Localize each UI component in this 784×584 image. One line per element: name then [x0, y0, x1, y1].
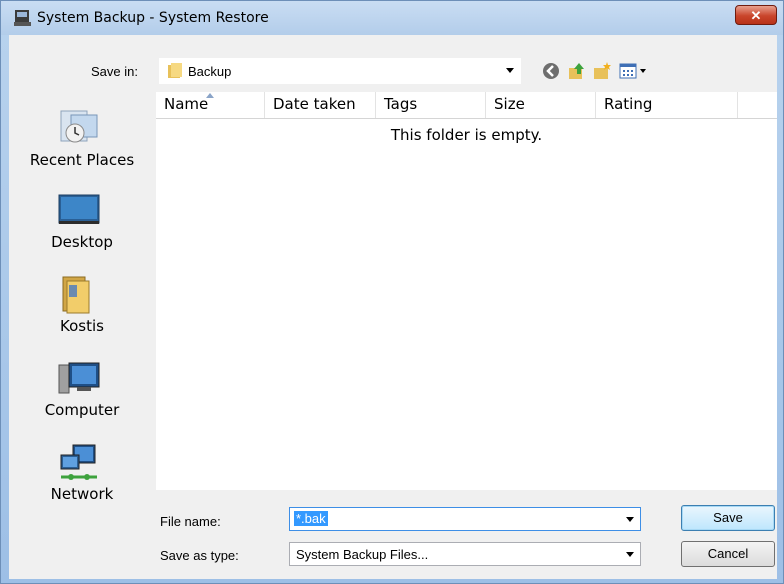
chevron-down-icon[interactable]	[506, 68, 514, 73]
save-as-type-label: Save as type:	[160, 548, 239, 563]
place-label: Desktop	[51, 233, 113, 251]
save-as-type-dropdown[interactable]: System Backup Files...	[289, 542, 641, 566]
desktop-icon	[58, 194, 100, 224]
file-name-label: File name:	[160, 514, 221, 529]
dialog-client-area: Save in: Backup Recent Places Desktop Ko…	[9, 35, 777, 579]
place-label: Recent Places	[29, 151, 135, 169]
back-icon[interactable]	[541, 61, 561, 81]
network-icon	[60, 444, 97, 480]
recent-places-icon	[60, 110, 98, 143]
save-in-value: Backup	[188, 64, 232, 79]
cancel-button[interactable]: Cancel	[681, 541, 775, 567]
place-label: Kostis	[60, 317, 104, 335]
column-header-label: Date taken	[273, 95, 356, 113]
folder-icon	[168, 63, 182, 78]
column-header-label: Rating	[604, 95, 653, 113]
save-button[interactable]: Save	[681, 505, 775, 531]
column-header-label: Tags	[384, 95, 418, 113]
place-desktop[interactable]: Desktop	[9, 185, 155, 267]
title-bar[interactable]: System Backup - System Restore ✕	[1, 1, 783, 35]
sort-ascending-icon	[206, 93, 214, 98]
save-in-label: Save in:	[91, 64, 138, 79]
place-computer[interactable]: Computer	[9, 353, 155, 435]
views-icon[interactable]	[619, 61, 649, 81]
column-header-tags[interactable]: Tags	[376, 92, 486, 118]
user-folder-icon	[62, 276, 90, 314]
column-header-label: Name	[164, 95, 209, 113]
column-header-date-taken[interactable]: Date taken	[265, 92, 376, 118]
window-title: System Backup - System Restore	[37, 10, 269, 26]
computer-icon	[58, 362, 100, 394]
column-header-name[interactable]: Name	[156, 92, 265, 118]
chevron-down-icon[interactable]	[626, 552, 634, 557]
file-name-field[interactable]: *.bak	[289, 507, 641, 531]
column-headers: Name Date taken Tags Size Rating	[156, 92, 777, 119]
close-button[interactable]: ✕	[735, 5, 777, 25]
empty-folder-message: This folder is empty.	[390, 126, 543, 144]
chevron-down-icon[interactable]	[626, 517, 634, 522]
save-in-dropdown[interactable]: Backup	[159, 58, 521, 84]
column-header-label: Size	[494, 95, 525, 113]
save-dialog-window: System Backup - System Restore ✕ Save in…	[0, 0, 784, 584]
place-kostis[interactable]: Kostis	[9, 269, 155, 351]
save-as-type-value: System Backup Files...	[296, 547, 429, 562]
place-network[interactable]: Network	[9, 437, 155, 519]
backup-app-icon	[14, 10, 31, 26]
new-folder-icon[interactable]	[593, 61, 613, 81]
file-name-value: *.bak	[294, 511, 328, 526]
place-label: Computer	[44, 401, 120, 419]
column-header-size[interactable]: Size	[486, 92, 596, 118]
up-folder-icon[interactable]	[567, 61, 587, 81]
place-recent-places[interactable]: Recent Places	[9, 101, 155, 183]
column-header-rating[interactable]: Rating	[596, 92, 738, 118]
places-bar: Recent Places Desktop Kostis Computer Ne…	[9, 91, 155, 579]
place-label: Network	[50, 485, 114, 503]
file-list[interactable]: Name Date taken Tags Size Rating This fo…	[156, 92, 777, 490]
